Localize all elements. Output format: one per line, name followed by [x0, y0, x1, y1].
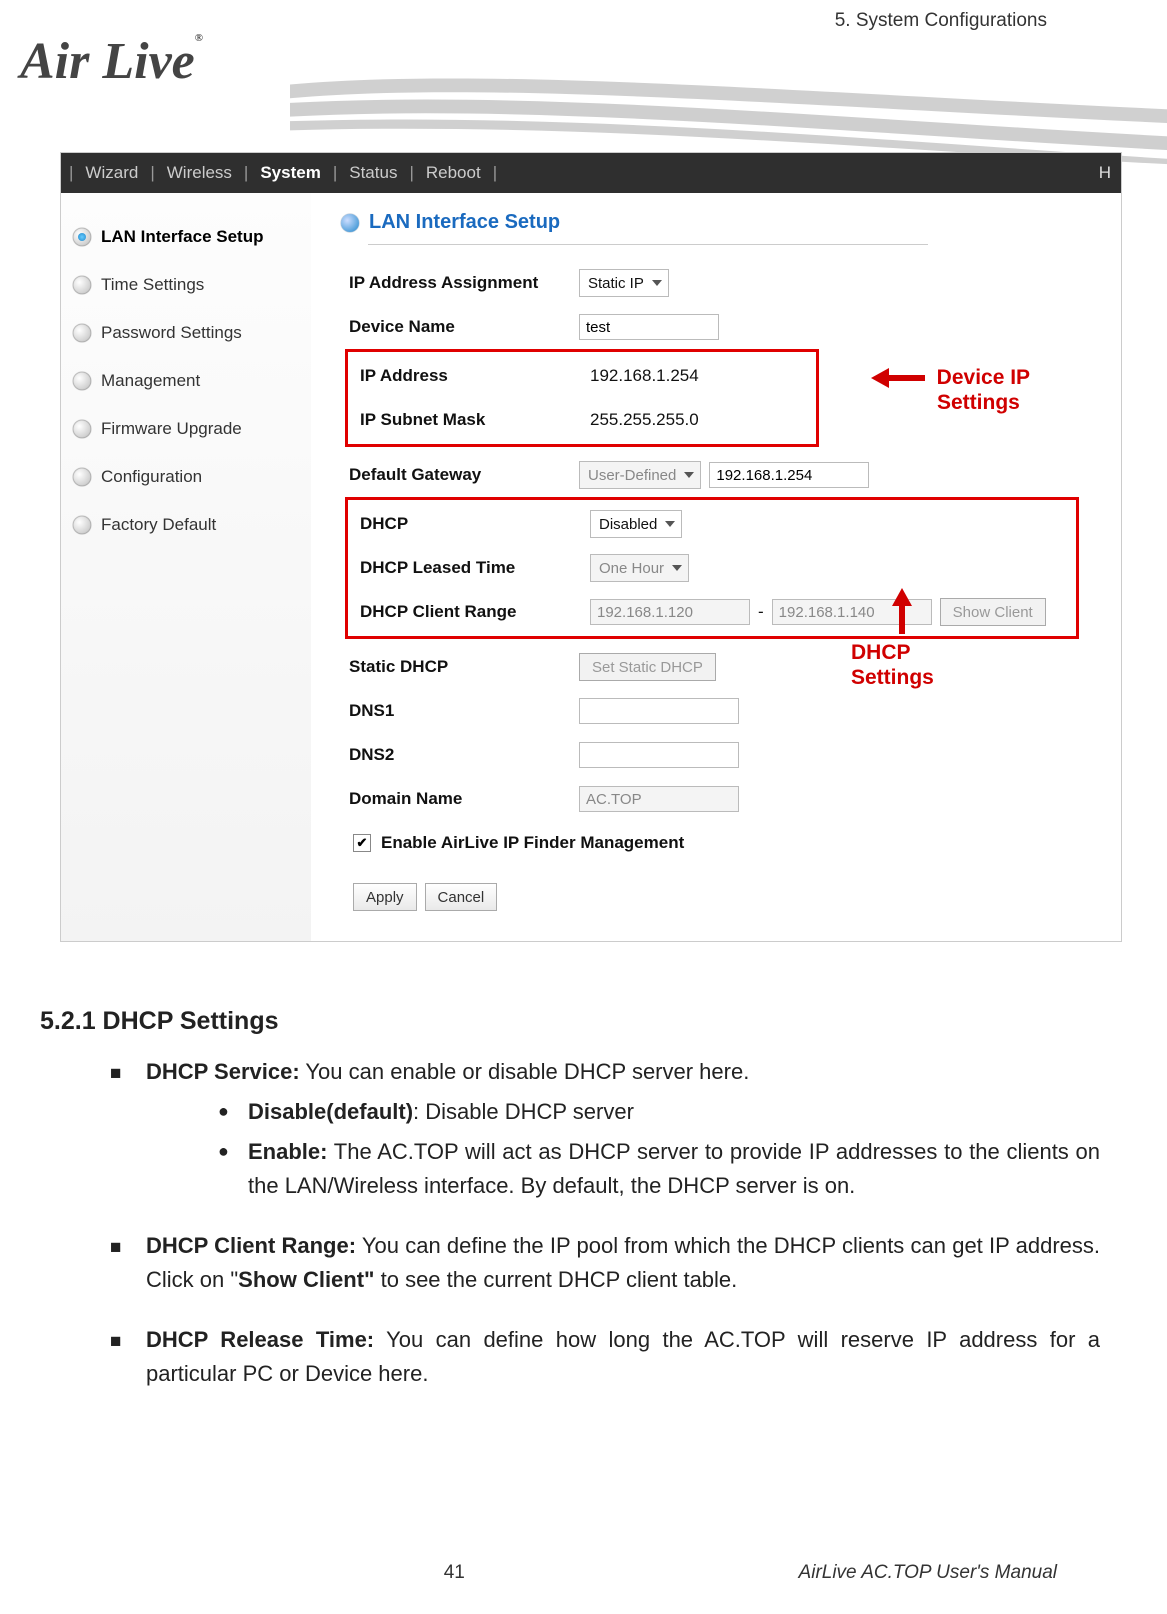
radio-icon [73, 468, 91, 486]
input-range-start[interactable] [590, 599, 750, 625]
value-ip-address: 192.168.1.254 [590, 366, 812, 386]
input-device-name[interactable] [579, 314, 719, 340]
label-subnet: IP Subnet Mask [360, 410, 590, 430]
router-ui-screenshot: | Wizard | Wireless | System | Status | … [60, 152, 1122, 942]
radio-icon [73, 420, 91, 438]
manual-title: AirLive AC.TOP User's Manual [799, 1562, 1057, 1584]
label-device-name: Device Name [349, 317, 579, 337]
page-number: 41 [444, 1562, 465, 1584]
label-gateway: Default Gateway [349, 465, 579, 485]
divider [368, 244, 928, 245]
label-dns1: DNS1 [349, 701, 579, 721]
set-static-dhcp-button[interactable]: Set Static DHCP [579, 653, 716, 681]
checkbox-ip-finder[interactable]: ✔ [353, 834, 371, 852]
select-ip-assignment[interactable]: Static IP [579, 269, 669, 297]
nav-wizard[interactable]: Wizard [81, 163, 142, 183]
sidebar: LAN Interface Setup Time Settings Passwo… [61, 193, 311, 941]
doc-heading: 5.2.1 DHCP Settings [40, 1002, 1100, 1041]
radio-icon [73, 276, 91, 294]
label-client-range: DHCP Client Range [360, 602, 590, 622]
input-gateway[interactable] [709, 462, 869, 488]
value-subnet: 255.255.255.0 [590, 410, 812, 430]
label-ip-address: IP Address [360, 366, 590, 386]
input-dns2[interactable] [579, 742, 739, 768]
sidebar-item-management[interactable]: Management [61, 357, 311, 405]
annotation-device-ip: Device IP Settings [871, 365, 1030, 415]
section-title: LAN Interface Setup [369, 211, 560, 234]
select-gateway-mode[interactable]: User-Defined [579, 461, 701, 489]
top-nav: | Wizard | Wireless | System | Status | … [61, 153, 1121, 193]
doc-body: 5.2.1 DHCP Settings DHCP Service: You ca… [40, 1002, 1100, 1392]
highlight-device-ip: IP Address 192.168.1.254 IP Subnet Mask … [345, 349, 819, 447]
input-dns1[interactable] [579, 698, 739, 724]
select-dhcp[interactable]: Disabled [590, 510, 682, 538]
annotation-dhcp: DHCP Settings [851, 588, 934, 690]
header-swoosh [290, 57, 1167, 167]
logo-row: Air Live® [40, 22, 1127, 132]
label-static-dhcp: Static DHCP [349, 657, 579, 677]
content-panel: LAN Interface Setup IP Address Assignmen… [311, 193, 1121, 941]
nav-reboot[interactable]: Reboot [422, 163, 485, 183]
radio-icon [73, 516, 91, 534]
sidebar-item-configuration[interactable]: Configuration [61, 453, 311, 501]
sidebar-item-time[interactable]: Time Settings [61, 261, 311, 309]
radio-icon [73, 372, 91, 390]
label-lease: DHCP Leased Time [360, 558, 590, 578]
sidebar-item-firmware[interactable]: Firmware Upgrade [61, 405, 311, 453]
label-ip-assignment: IP Address Assignment [349, 273, 579, 293]
select-lease[interactable]: One Hour [590, 554, 689, 582]
label-dns2: DNS2 [349, 745, 579, 765]
radio-icon [73, 324, 91, 342]
cancel-button[interactable]: Cancel [425, 883, 498, 911]
radio-icon [73, 228, 91, 246]
apply-button[interactable]: Apply [353, 883, 417, 911]
nav-wireless[interactable]: Wireless [163, 163, 236, 183]
sidebar-item-factory-default[interactable]: Factory Default [61, 501, 311, 549]
sidebar-item-lan[interactable]: LAN Interface Setup [61, 213, 311, 261]
show-client-button[interactable]: Show Client [940, 598, 1046, 626]
label-domain: Domain Name [349, 789, 579, 809]
label-dhcp: DHCP [360, 514, 590, 534]
sidebar-item-password[interactable]: Password Settings [61, 309, 311, 357]
nav-status[interactable]: Status [345, 163, 401, 183]
airlive-logo: Air Live® [20, 32, 203, 91]
input-domain[interactable] [579, 786, 739, 812]
section-icon [341, 214, 359, 232]
label-ip-finder: Enable AirLive IP Finder Management [381, 833, 684, 853]
nav-system[interactable]: System [256, 163, 324, 183]
highlight-dhcp: DHCP Disabled DHCP Leased Time One Hour … [345, 497, 1079, 639]
